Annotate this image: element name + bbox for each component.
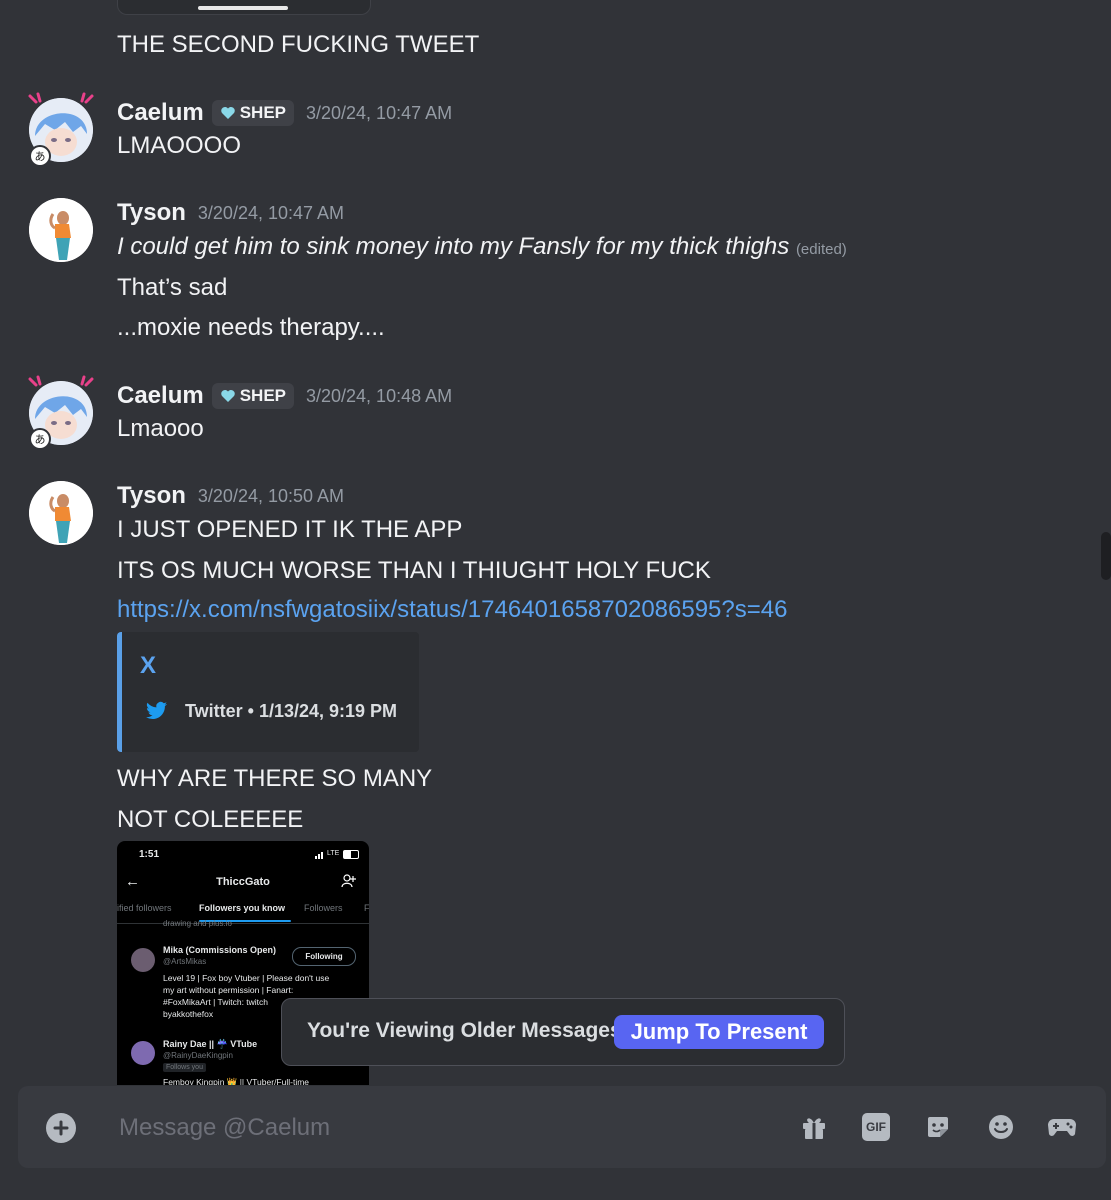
- edited-label: (edited): [795, 241, 847, 258]
- add-user-icon: [341, 874, 356, 888]
- avatar[interactable]: [29, 198, 93, 262]
- user-name: Mika (Commissions Open): [163, 945, 277, 955]
- sticker-button[interactable]: [922, 1111, 954, 1143]
- jump-to-present-button[interactable]: Jump To Present: [614, 1015, 824, 1049]
- battery-icon: [343, 850, 359, 859]
- message-text: WHY ARE THERE SO MANY: [117, 765, 433, 792]
- username[interactable]: Tyson: [117, 199, 186, 227]
- sparkle-decoration-icon: [28, 375, 94, 387]
- scrollbar-thumb[interactable]: [1101, 532, 1111, 580]
- timestamp[interactable]: 3/20/24, 10:48 AM: [306, 386, 452, 407]
- user-handle: @RainyDaeKingpin: [163, 1051, 233, 1060]
- signal-icon: [315, 851, 323, 859]
- partial-text: drawing and plus.io: [163, 919, 232, 928]
- phone-time: 1:51: [139, 849, 160, 860]
- message-text: THE SECOND FUCKING TWEET: [117, 31, 480, 58]
- message-text: I JUST OPENED IT IK THE APP: [117, 516, 463, 543]
- message-header: Tyson 3/20/24, 10:50 AM: [117, 482, 344, 510]
- embed-footer: Twitter • 1/13/24, 9:19 PM: [185, 701, 398, 721]
- sparkle-decoration-icon: [28, 92, 94, 104]
- tab-followers: Followers: [304, 903, 343, 913]
- message-italic-text: I could get him to sink money into my Fa…: [117, 233, 790, 260]
- follows-you-badge: Follows you: [163, 1063, 206, 1072]
- message-text: I could get him to sink money into my Fa…: [117, 232, 847, 265]
- tab-bar: ified followers Followers you know Follo…: [117, 903, 369, 924]
- timestamp[interactable]: 3/20/24, 10:47 AM: [198, 203, 344, 224]
- gift-button[interactable]: [798, 1111, 830, 1143]
- tab-followers-you-know: Followers you know: [199, 903, 286, 913]
- plus-icon: [53, 1120, 69, 1136]
- message-input[interactable]: [117, 1108, 761, 1148]
- message-text: NOT COLEEEEE: [117, 806, 304, 833]
- server-tag[interactable]: SHEP: [211, 100, 294, 126]
- user-avatar: [131, 948, 155, 972]
- user-handle: @ArtsMikas: [163, 957, 207, 966]
- activities-button[interactable]: [1046, 1111, 1078, 1143]
- twitter-bird-icon: [146, 701, 168, 719]
- home-indicator: [198, 6, 288, 10]
- smiley-icon: [989, 1115, 1013, 1139]
- bio-line: my art without permission | Fanart:: [163, 985, 294, 995]
- message-text: LMAOOOO: [117, 132, 242, 159]
- avatar[interactable]: [29, 481, 93, 545]
- sticker-icon: [928, 1117, 948, 1137]
- bio-line: Level 19 | Fox boy Vtuber | Please don't…: [163, 973, 330, 983]
- tab-verified-followers: ified followers: [117, 903, 172, 913]
- message-text: ITS OS MUCH WORSE THAN I THIUGHT HOLY FU…: [117, 557, 711, 584]
- server-tag-label: SHEP: [239, 103, 286, 122]
- status-badge-icon: あ: [29, 428, 51, 450]
- username[interactable]: Tyson: [117, 482, 186, 510]
- status-badge-icon: あ: [29, 145, 51, 167]
- emoji-button[interactable]: [985, 1111, 1017, 1143]
- message-header: Tyson 3/20/24, 10:47 AM: [117, 199, 344, 227]
- server-tag-label: SHEP: [239, 386, 286, 405]
- older-messages-text: You're Viewing Older Messages: [307, 1019, 622, 1042]
- message-text: That’s sad: [117, 274, 228, 301]
- heart-icon: [220, 390, 235, 402]
- embed-title[interactable]: X: [140, 652, 156, 680]
- gamepad-icon: [1048, 1119, 1076, 1136]
- gif-icon: GIF: [866, 1120, 886, 1134]
- message-header: Caelum SHEP 3/20/24, 10:48 AM: [117, 382, 452, 410]
- user-avatar: [131, 1041, 155, 1065]
- user-bio: Femboy Kingpin 👑 || VTuber/Full-time: [163, 1077, 310, 1085]
- message-text: Lmaooo: [117, 415, 204, 442]
- link-embed[interactable]: [117, 632, 419, 752]
- message-header: Caelum SHEP 3/20/24, 10:47 AM: [117, 99, 452, 127]
- user-name: Rainy Dae || ☔ VTube: [163, 1039, 258, 1049]
- timestamp[interactable]: 3/20/24, 10:50 AM: [198, 486, 344, 507]
- add-attachment-button[interactable]: [46, 1113, 76, 1143]
- username[interactable]: Caelum: [117, 99, 204, 127]
- server-tag[interactable]: SHEP: [211, 383, 294, 409]
- message-link[interactable]: https://x.com/nsfwgatosiix/status/174640…: [117, 596, 787, 624]
- tab-cut: F: [364, 903, 369, 913]
- gif-button[interactable]: GIF: [862, 1113, 890, 1141]
- profile-title: ThiccGato: [216, 876, 270, 888]
- message-text: ...moxie needs therapy....: [117, 314, 385, 341]
- network-label: LTE: [327, 850, 340, 857]
- username[interactable]: Caelum: [117, 382, 204, 410]
- gift-icon: [803, 1118, 825, 1139]
- heart-icon: [220, 107, 235, 119]
- timestamp[interactable]: 3/20/24, 10:47 AM: [306, 103, 452, 124]
- following-button: Following: [292, 947, 356, 966]
